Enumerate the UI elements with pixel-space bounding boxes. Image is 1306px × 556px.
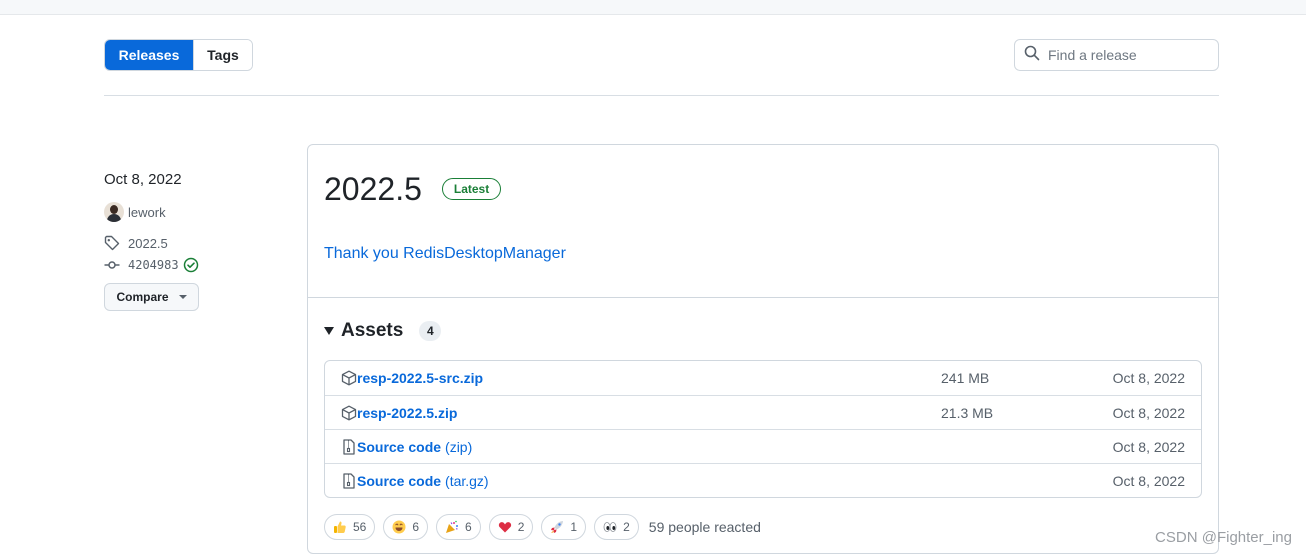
assets-label: Assets	[341, 320, 404, 341]
release-description: Thank you RedisDesktopManager	[324, 245, 566, 262]
reaction-count: 2	[517, 520, 525, 534]
tab-releases[interactable]: Releases	[105, 40, 193, 70]
asset-size: 21.3 MB	[941, 404, 994, 421]
heart-icon	[498, 520, 512, 534]
reaction-heart[interactable]: 2	[488, 514, 534, 540]
release-sidebar: Oct 8, 2022 lework 2022.5 4204983 Compar…	[104, 170, 284, 311]
card-divider	[308, 297, 1218, 298]
author-row: lework	[104, 202, 284, 222]
asset-name[interactable]: resp-2022.5.zip	[357, 405, 457, 421]
package-icon	[341, 370, 357, 386]
compare-button[interactable]: Compare	[104, 283, 199, 311]
reaction-count: 6	[465, 520, 472, 534]
compare-label: Compare	[116, 290, 169, 304]
file-zip-icon	[341, 472, 357, 489]
reaction-count: 6	[412, 520, 420, 534]
assets-toggle[interactable]: Assets 4	[324, 320, 442, 342]
avatar[interactable]	[104, 202, 124, 222]
asset-list: resp-2022.5-src.zip 241 MB Oct 8, 2022 r…	[324, 360, 1202, 498]
asset-row: Source code (zip) Oct 8, 2022	[325, 429, 1201, 463]
tag-row: 2022.5	[104, 233, 284, 253]
laugh-icon	[392, 520, 406, 534]
asset-date: Oct 8, 2022	[1112, 404, 1185, 421]
tag-icon	[104, 235, 120, 251]
reaction-summary[interactable]: 59 people reacted	[649, 519, 761, 535]
tag-name[interactable]: 2022.5	[128, 236, 168, 251]
release-title-row: 2022.5 Latest	[324, 169, 502, 209]
asset-date: Oct 8, 2022	[1112, 472, 1185, 489]
thumbs-up-icon	[333, 520, 347, 534]
asset-row: Source code (tar.gz) Oct 8, 2022	[325, 463, 1201, 497]
reaction-count: 1	[570, 520, 578, 534]
asset-name[interactable]: Source code	[357, 473, 441, 489]
asset-date: Oct 8, 2022	[1112, 438, 1185, 455]
watermark: CSDN @Fighter_ing	[1155, 529, 1292, 546]
asset-row: resp-2022.5-src.zip 241 MB Oct 8, 2022	[325, 361, 1201, 395]
package-icon	[341, 405, 357, 421]
reaction-laugh[interactable]: 6	[383, 514, 429, 540]
reaction-count: 2	[623, 520, 630, 534]
release-tabs: Releases Tags	[104, 39, 253, 71]
reaction-count: 56	[353, 520, 367, 534]
asset-format[interactable]: (zip)	[445, 439, 472, 455]
assets-count: 4	[419, 321, 442, 341]
eyes-icon	[603, 520, 617, 534]
search-icon	[1024, 45, 1040, 66]
asset-size: 241 MB	[941, 370, 990, 386]
asset-date: Oct 8, 2022	[1112, 370, 1185, 386]
triangle-down-icon	[324, 327, 334, 335]
reaction-hooray[interactable]: 6	[436, 514, 481, 540]
top-band	[0, 0, 1306, 15]
asset-name[interactable]: resp-2022.5-src.zip	[357, 370, 483, 386]
chevron-down-icon	[178, 295, 187, 299]
commit-row: 4204983	[104, 255, 284, 275]
reaction-thumbs-up[interactable]: 56	[324, 514, 376, 540]
author-name[interactable]: lework	[128, 205, 166, 220]
reaction-eyes[interactable]: 2	[594, 514, 639, 540]
asset-name[interactable]: Source code	[357, 439, 441, 455]
search-input[interactable]	[1048, 47, 1208, 63]
release-search[interactable]	[1014, 39, 1219, 71]
commit-sha[interactable]: 4204983	[128, 258, 179, 272]
commit-icon	[104, 257, 120, 273]
reactions-bar: 56 6 6 2 1 2 59 people reacted	[324, 514, 761, 540]
reaction-rocket[interactable]: 1	[541, 514, 587, 540]
tab-tags[interactable]: Tags	[193, 40, 252, 70]
asset-format[interactable]: (tar.gz)	[445, 473, 489, 489]
release-date: Oct 8, 2022	[104, 171, 182, 188]
hooray-icon	[445, 520, 459, 534]
release-title[interactable]: 2022.5	[324, 169, 422, 209]
verified-icon[interactable]	[183, 257, 199, 273]
rocket-icon	[550, 520, 564, 534]
file-zip-icon	[341, 438, 357, 455]
header-divider	[104, 95, 1219, 96]
asset-row: resp-2022.5.zip 21.3 MB Oct 8, 2022	[325, 395, 1201, 429]
latest-badge: Latest	[441, 178, 502, 200]
release-card: 2022.5 Latest Thank you RedisDesktopMana…	[307, 144, 1219, 554]
